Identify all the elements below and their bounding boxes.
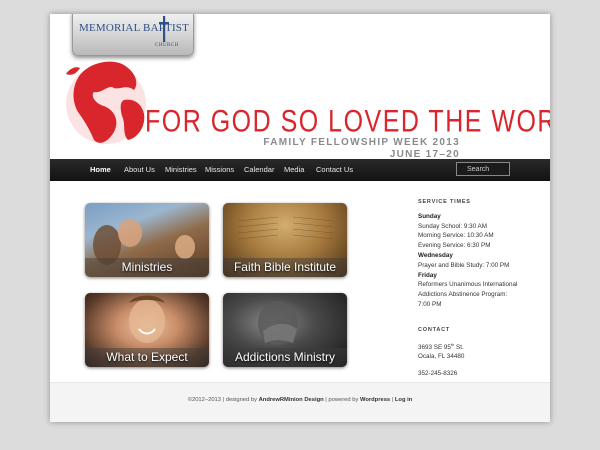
logo-subtext: CHURCH xyxy=(155,43,179,48)
contact-heading: CONTACT xyxy=(418,326,451,333)
service-time: Addictions Abstinence Program: xyxy=(418,291,508,299)
search-input[interactable]: Search xyxy=(456,162,510,176)
service-times-heading: SERVICE TIMES xyxy=(418,199,471,205)
tile-label: Addictions Ministry xyxy=(223,348,347,367)
service-time: Morning Service: 10:30 AM xyxy=(418,232,494,240)
banner-headline: FOR GOD SO LOVED THE WORLD xyxy=(145,104,550,139)
nav-missions[interactable]: Missions xyxy=(205,165,234,174)
church-logo[interactable]: MEMORIAL BAPTIST CHURCH xyxy=(72,14,194,56)
day-friday: Friday xyxy=(418,271,437,279)
tile-label: Ministries xyxy=(85,258,209,277)
nav-media[interactable]: Media xyxy=(284,165,304,174)
banner-event-title: FAMILY FELLOWSHIP WEEK 2013 xyxy=(263,137,460,148)
tile-ministries[interactable]: Ministries xyxy=(85,203,209,277)
service-time: Evening Service: 6:30 PM xyxy=(418,242,491,250)
header-banner: FOR GOD SO LOVED THE WORLD FAMILY FELLOW… xyxy=(50,54,550,164)
day-sunday: Sunday xyxy=(418,212,441,220)
login-link[interactable]: Log in xyxy=(395,397,412,403)
tile-label: What to Expect xyxy=(85,348,209,367)
tile-what-to-expect[interactable]: What to Expect xyxy=(85,293,209,367)
globe-graphic xyxy=(66,61,146,144)
service-time: Sunday School: 9:30 AM xyxy=(418,222,487,230)
tile-faith-bible-institute[interactable]: Faith Bible Institute xyxy=(223,203,347,277)
nav-ministries[interactable]: Ministries xyxy=(165,165,197,174)
footer: ©2012–2013 | designed by AndrewRMinion D… xyxy=(50,382,550,422)
tile-label: Faith Bible Institute xyxy=(223,258,347,277)
nav-home[interactable]: Home xyxy=(90,165,111,174)
service-time: Reformers Unanimous International xyxy=(418,281,518,289)
address-line-2: Ocala, FL 34480 xyxy=(418,353,465,361)
service-time: 7:00 PM xyxy=(418,300,442,308)
footer-text: ©2012–2013 | designed by AndrewRMinion D… xyxy=(187,397,413,403)
page-container: FOR GOD SO LOVED THE WORLD FAMILY FELLOW… xyxy=(50,14,550,422)
cross-icon xyxy=(159,16,169,42)
tile-addictions-ministry[interactable]: Addictions Ministry xyxy=(223,293,347,367)
day-wednesday: Wednesday xyxy=(418,251,453,259)
wordpress-link[interactable]: Wordpress xyxy=(360,397,390,403)
sidebar: SERVICE TIMES Sunday Sunday School: 9:30… xyxy=(418,198,538,379)
main-nav: Home About Us Ministries Missions Calend… xyxy=(50,159,550,181)
address-line-1: 3693 SE 95th St. xyxy=(418,341,464,351)
nav-about-us[interactable]: About Us xyxy=(124,165,155,174)
designer-link[interactable]: AndrewRMinion Design xyxy=(259,397,324,403)
nav-calendar[interactable]: Calendar xyxy=(244,165,274,174)
logo-text: MEMORIAL BAPTIST xyxy=(79,22,190,34)
service-time: Prayer and Bible Study: 7:00 PM xyxy=(418,261,510,269)
phone-number: 352-245-8326 xyxy=(418,370,458,378)
nav-contact-us[interactable]: Contact Us xyxy=(316,165,353,174)
